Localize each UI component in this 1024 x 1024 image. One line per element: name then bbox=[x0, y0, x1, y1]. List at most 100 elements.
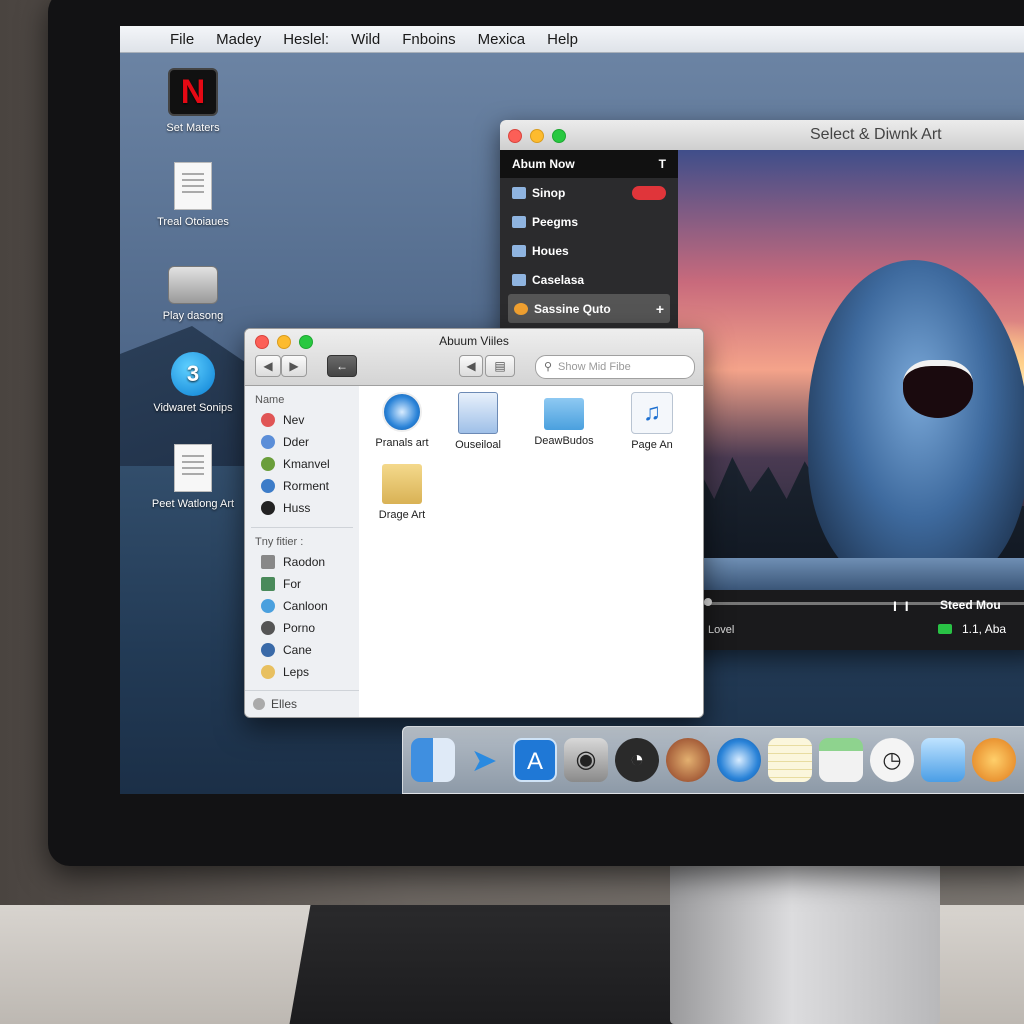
sidebar-item-nev[interactable]: Nev bbox=[245, 409, 359, 431]
file-ouseiloal[interactable]: Ouseiloal bbox=[435, 392, 521, 451]
player-sidebar-item-sassine-quto[interactable]: Sassine Quto + bbox=[508, 294, 670, 323]
filter-item-leps[interactable]: Leps bbox=[245, 661, 359, 683]
desktop-icon-set-maters[interactable]: N Set Maters bbox=[138, 68, 248, 134]
newspaper-icon bbox=[458, 392, 498, 434]
leps-icon bbox=[261, 665, 275, 679]
player-sidebar-item-caselasa[interactable]: Caselasa bbox=[500, 265, 678, 294]
folder-icon bbox=[512, 244, 526, 257]
sidebar-item-label: Nev bbox=[283, 413, 305, 427]
menu-bar: File Madey Heslel: Wild Fnboins Mexica H… bbox=[120, 26, 1024, 53]
preview-icon[interactable] bbox=[921, 738, 965, 782]
document-icon bbox=[174, 162, 212, 210]
toggle-switch[interactable] bbox=[632, 185, 666, 200]
sidebar-item-kmanvel[interactable]: Kmanvel bbox=[245, 453, 359, 475]
player-sidebar-label: Peegms bbox=[532, 214, 579, 229]
mail-icon[interactable] bbox=[819, 738, 863, 782]
star-icon bbox=[514, 302, 528, 315]
camera-icon[interactable]: ◉ bbox=[564, 738, 608, 782]
lock-icon bbox=[512, 273, 526, 286]
forward-button[interactable]: ▶ bbox=[281, 355, 307, 377]
dashboard-icon[interactable]: ◔ bbox=[615, 738, 659, 782]
menu-heslel[interactable]: Heslel: bbox=[283, 31, 329, 48]
file-pranals-art[interactable]: Pranals art bbox=[359, 392, 445, 449]
raodon-icon bbox=[261, 555, 275, 569]
cursor-icon[interactable]: ➤ bbox=[462, 738, 506, 782]
video-frame[interactable] bbox=[678, 150, 1024, 590]
search-input[interactable]: ⚲ Show Mid Fibe bbox=[535, 355, 695, 379]
monitor-stand-base bbox=[289, 905, 731, 1024]
desktop-icon-vidwaret-sonips[interactable]: 3 Vidwaret Sonips bbox=[138, 352, 248, 414]
close-button[interactable] bbox=[508, 129, 522, 143]
menu-fnboins[interactable]: Fnboins bbox=[402, 31, 455, 48]
file-drage-art[interactable]: Drage Art bbox=[359, 464, 445, 521]
safari-icon[interactable] bbox=[717, 738, 761, 782]
desktop-icon-treal-otoiaues[interactable]: Treal Otoiaues bbox=[138, 162, 248, 228]
app-store-icon[interactable]: A bbox=[513, 738, 557, 782]
player-sidebar-item-peegms[interactable]: Peegms bbox=[500, 207, 678, 236]
finder-sidebar: Name Nev Dder Kmanvel Rorment Huss Tny f… bbox=[245, 386, 360, 717]
filter-item-for[interactable]: For bbox=[245, 573, 359, 595]
pause-button[interactable]: I I bbox=[893, 598, 911, 614]
music-icon: ♫ bbox=[631, 392, 673, 434]
search-icon: ⚲ bbox=[544, 361, 553, 373]
minimize-button[interactable] bbox=[530, 129, 544, 143]
player-sidebar-item-sinop[interactable]: Sinop bbox=[500, 178, 678, 207]
player-sidebar-title: Abum Now bbox=[512, 157, 575, 171]
profile-icon[interactable] bbox=[972, 738, 1016, 782]
menu-file[interactable]: File bbox=[170, 31, 194, 48]
apple-logo-icon bbox=[796, 822, 822, 852]
view-back-button[interactable]: ◀ bbox=[459, 355, 483, 377]
finder-sidebar-footer[interactable]: Elles bbox=[245, 690, 359, 717]
sidebar-item-rorment[interactable]: Rorment bbox=[245, 475, 359, 497]
gauge-icon[interactable] bbox=[666, 738, 710, 782]
zoom-button[interactable] bbox=[552, 129, 566, 143]
desktop-icon-label: Vidwaret Sonips bbox=[153, 402, 233, 414]
menu-mexica[interactable]: Mexica bbox=[478, 31, 526, 48]
finder-title: Abuum Viiles bbox=[439, 334, 509, 348]
scrub-handle[interactable] bbox=[704, 598, 712, 606]
menu-help[interactable]: Help bbox=[547, 31, 578, 48]
filter-item-canloon[interactable]: Canloon bbox=[245, 595, 359, 617]
back-button[interactable]: ◀ bbox=[255, 355, 281, 377]
level-label: Lovel bbox=[708, 624, 735, 636]
sidebar-item-huss[interactable]: Huss bbox=[245, 497, 359, 519]
huss-icon bbox=[261, 501, 275, 515]
file-label: Page An bbox=[631, 439, 673, 451]
monster-mouth bbox=[903, 360, 973, 418]
desktop-screen: File Madey Heslel: Wild Fnboins Mexica H… bbox=[120, 26, 1024, 794]
finder-title-bar[interactable]: Abuum Viiles ◀ ▶ ← ◀ ▤ ⚲ Show Mid Fibe bbox=[245, 329, 703, 386]
add-icon[interactable]: + bbox=[656, 301, 664, 317]
time-display: 1.1, Aba bbox=[962, 622, 1007, 636]
time-badge bbox=[938, 624, 952, 634]
filter-item-raodon[interactable]: Raodon bbox=[245, 551, 359, 573]
filter-item-cane[interactable]: Cane bbox=[245, 639, 359, 661]
desktop-icon-label: Treal Otoiaues bbox=[157, 216, 229, 228]
file-deawbudos[interactable]: DeawBudos bbox=[521, 392, 607, 447]
sidebar-item-label: Kmanvel bbox=[283, 457, 330, 471]
nev-icon bbox=[261, 413, 275, 427]
menu-madey[interactable]: Madey bbox=[216, 31, 261, 48]
filter-item-porno[interactable]: Porno bbox=[245, 617, 359, 639]
desktop-icon-peet-watlong-art[interactable]: Peet Watlong Art bbox=[138, 444, 248, 510]
view-mode-button[interactable]: ▤ bbox=[485, 355, 515, 377]
clock-icon[interactable]: ◷ bbox=[870, 738, 914, 782]
video-monster bbox=[808, 260, 1024, 590]
screen-icon bbox=[512, 186, 526, 199]
up-button[interactable]: ← bbox=[327, 355, 357, 377]
player-title-bar[interactable]: Select & Diwnk Art bbox=[500, 120, 1024, 151]
dder-icon bbox=[261, 435, 275, 449]
sidebar-item-dder[interactable]: Dder bbox=[245, 431, 359, 453]
file-label: Pranals art bbox=[375, 437, 429, 449]
file-label: DeawBudos bbox=[534, 435, 594, 447]
player-sidebar-item-houes[interactable]: Houes bbox=[500, 236, 678, 265]
notes-icon[interactable] bbox=[768, 738, 812, 782]
player-sidebar: Abum Now T Sinop Peegms Houes Caselasa S… bbox=[500, 150, 678, 334]
file-page-an[interactable]: ♫ Page An bbox=[609, 392, 695, 451]
video-rock bbox=[678, 558, 1024, 590]
filter-item-label: Porno bbox=[283, 621, 316, 635]
menu-wild[interactable]: Wild bbox=[351, 31, 380, 48]
player-sidebar-label: Houes bbox=[532, 243, 569, 258]
player-sidebar-menu-button[interactable]: T bbox=[659, 157, 666, 171]
desktop-icon-play-dasong[interactable]: Play dasong bbox=[138, 266, 248, 322]
finder-icon[interactable] bbox=[411, 738, 455, 782]
